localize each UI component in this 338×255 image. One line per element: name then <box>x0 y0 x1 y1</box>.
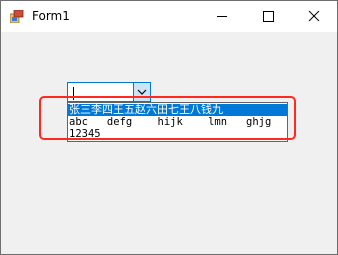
maximize-button[interactable] <box>245 1 291 32</box>
minimize-button[interactable] <box>199 1 245 32</box>
maximize-icon <box>263 11 274 22</box>
form-app-icon <box>10 10 24 23</box>
form-client-area: 张三李四王五赵六田七王八钱九 abc defg hijk lmn ghjg 12… <box>1 32 337 254</box>
red-highlight-box <box>39 96 296 140</box>
window-title: Form1 <box>32 9 70 23</box>
title-bar[interactable]: Form1 <box>1 1 337 32</box>
close-button[interactable] <box>291 1 337 32</box>
close-icon <box>308 10 320 22</box>
minimize-icon <box>217 16 227 17</box>
